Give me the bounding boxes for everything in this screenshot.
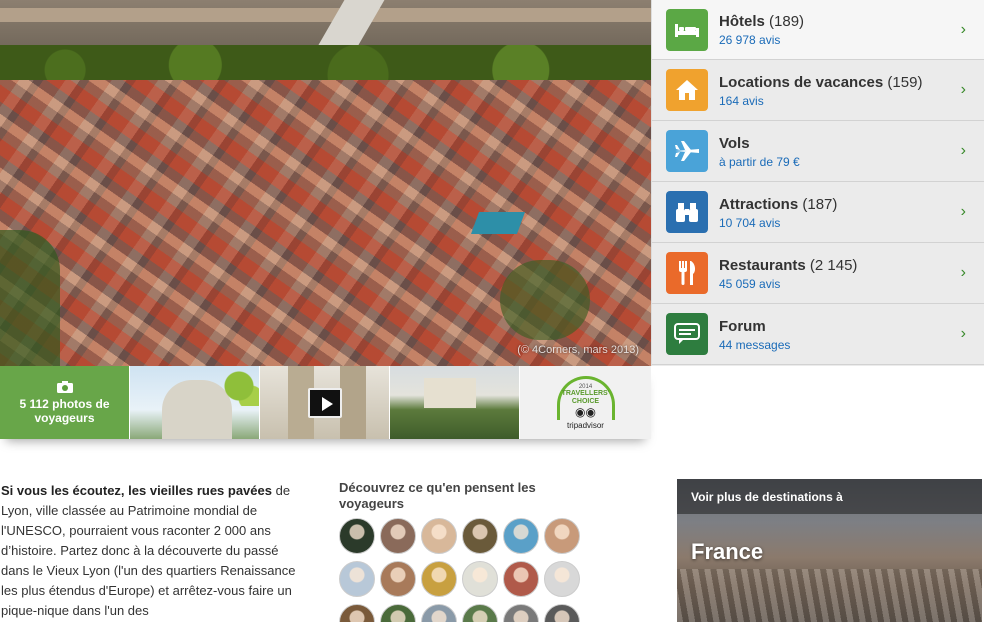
destination-subtitle: Voir plus de destinations à [691,490,843,504]
avatar[interactable] [462,561,498,597]
chevron-right-icon: › [960,203,966,220]
category-hotels[interactable]: Hôtels (189) 26 978 avis › [652,0,984,60]
category-count: (187) [802,196,838,213]
category-title: Vols [719,135,984,153]
category-forum[interactable]: Forum 44 messages › [652,304,984,365]
category-subtitle[interactable]: à partir de 79 € [719,154,984,170]
category-name: Attractions [719,196,799,213]
destination-card-france[interactable]: Voir plus de destinations à France [677,479,982,622]
avatar[interactable] [544,561,580,597]
chat-icon [666,313,708,355]
tower-shape [340,366,366,439]
bed-icon [666,9,708,51]
traveler-reviews: Découvrez ce qu'en pensent les voyageurs [339,480,639,622]
fork-knife-icon [666,252,708,294]
camera-icon [56,380,73,393]
avatar-grid [339,518,639,622]
category-restaurants[interactable]: Restaurants (2 145) 45 059 avis › [652,243,984,304]
category-title: Restaurants (2 145) [719,257,984,275]
thumbnail-video[interactable] [260,366,390,439]
avatar[interactable] [421,561,457,597]
destination-photo [677,569,982,622]
category-subtitle[interactable]: 164 avis [719,93,984,109]
hero-teal-roof [470,212,526,234]
category-subtitle[interactable]: 44 messages [719,337,984,353]
avatar[interactable] [462,518,498,554]
avatar[interactable] [339,518,375,554]
avatar[interactable] [421,518,457,554]
chevron-right-icon: › [960,325,966,342]
category-title: Attractions (187) [719,196,984,214]
avatar[interactable] [503,561,539,597]
badge-line1: TRAVELLERS' [561,390,610,397]
fourviere-shape [424,378,476,408]
chevron-right-icon: › [960,81,966,98]
category-name: Hôtels [719,13,765,30]
category-subtitle[interactable]: 10 704 avis [719,215,984,231]
badge-ring: 2014 TRAVELLERS' CHOICE ◉◉ [556,375,615,420]
traveler-photos-button[interactable]: 5 112 photos de voyageurs [0,366,130,439]
avatar[interactable] [544,518,580,554]
chevron-right-icon: › [960,142,966,159]
category-title: Hôtels (189) [719,13,984,31]
play-icon[interactable] [308,388,342,418]
category-attractions[interactable]: Attractions (187) 10 704 avis › [652,182,984,243]
city-intro-text: Si vous les écoutez, les vieilles rues p… [1,481,306,621]
avatar[interactable] [421,604,457,622]
avatar[interactable] [380,518,416,554]
category-title: Forum [719,318,984,336]
photo-credit: (© 4Corners, mars 2013) [517,344,639,356]
avatar[interactable] [503,518,539,554]
category-count: (189) [769,13,805,30]
avatar[interactable] [462,604,498,622]
category-name: Forum [719,318,766,335]
leaves-shape [219,366,259,406]
hero-trees-left [0,230,60,366]
thumbnail-basilica[interactable] [130,366,260,439]
avatar[interactable] [380,604,416,622]
category-title: Locations de vacances (159) [719,74,984,92]
chevron-right-icon: › [960,264,966,281]
house-icon [666,69,708,111]
avatar[interactable] [544,604,580,622]
category-vacation-rentals[interactable]: Locations de vacances (159) 164 avis › [652,60,984,121]
category-list: Hôtels (189) 26 978 avis › Locations de … [651,0,984,366]
category-subtitle[interactable]: 45 059 avis [719,276,984,292]
hero-photo[interactable]: (© 4Corners, mars 2013) [0,0,651,366]
travellers-choice-icon: 2014 TRAVELLERS' CHOICE ◉◉ tripadvisor [553,370,619,436]
traveler-photos-label: 5 112 photos de voyageurs [19,396,110,425]
category-name: Locations de vacances [719,74,884,91]
category-subtitle[interactable]: 26 978 avis [719,32,984,48]
badge-brand: tripadvisor [567,420,604,430]
category-count: (2 145) [809,257,858,274]
travellers-choice-badge[interactable]: 2014 TRAVELLERS' CHOICE ◉◉ tripadvisor [520,366,651,439]
reviews-title: Découvrez ce qu'en pensent les voyageurs [339,480,536,511]
avatar[interactable] [339,561,375,597]
category-name: Restaurants [719,257,806,274]
intro-body: de Lyon, ville classée au Patrimoine mon… [1,483,296,618]
hero-riverbank [0,8,651,22]
chevron-right-icon: › [960,21,966,38]
photo-thumbnail-strip: 5 112 photos de voyageurs 2014 TRAVELLER… [0,366,651,439]
avatar[interactable] [339,604,375,622]
owl-eyes-icon: ◉◉ [575,405,596,419]
category-name: Vols [719,135,750,152]
binoculars-icon [666,191,708,233]
thumbnail-hill[interactable] [390,366,520,439]
intro-lead: Si vous les écoutez, les vieilles rues p… [1,483,272,498]
destination-title[interactable]: France [691,539,763,565]
category-flights[interactable]: Vols à partir de 79 € › [652,121,984,182]
category-count: (159) [887,74,923,91]
plane-icon [666,130,708,172]
avatar[interactable] [380,561,416,597]
hero-trees-right [500,260,590,340]
avatar[interactable] [503,604,539,622]
